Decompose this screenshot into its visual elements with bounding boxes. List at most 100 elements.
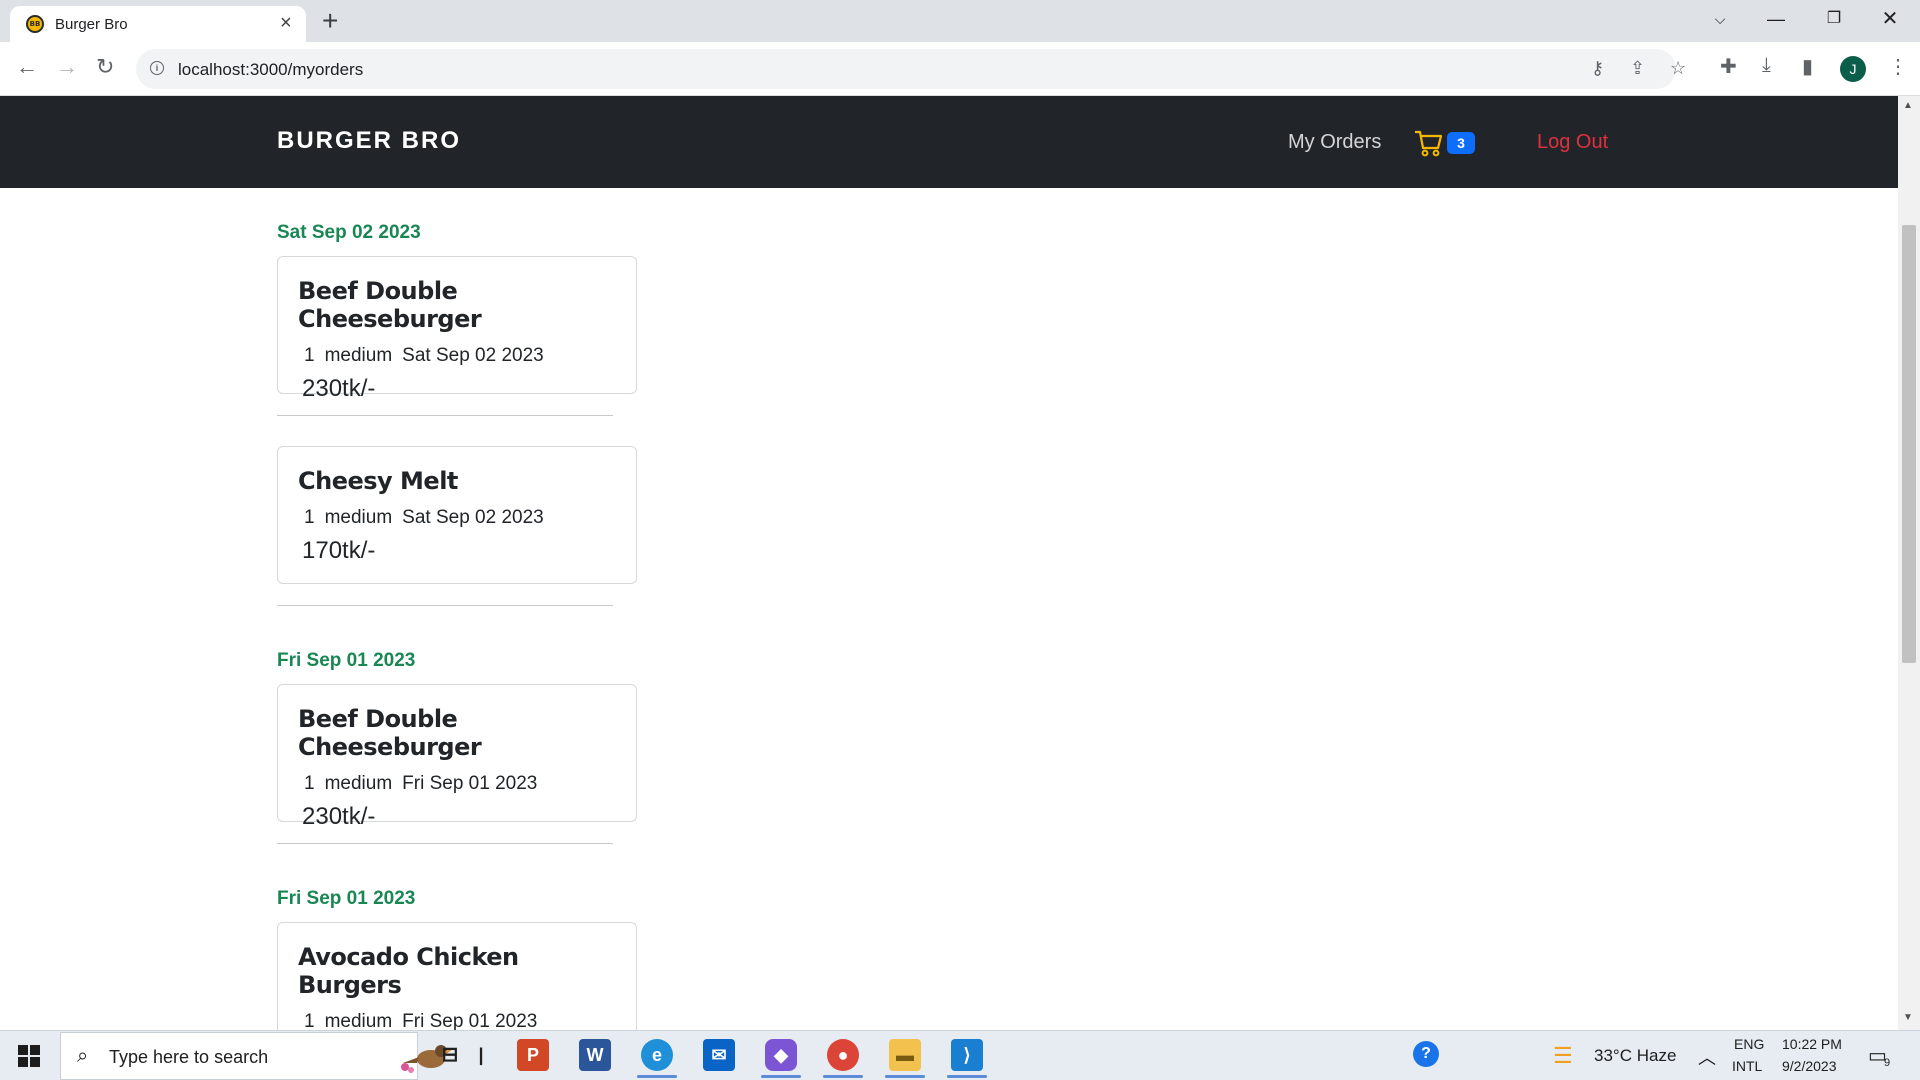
powerpoint-icon[interactable]: P <box>517 1039 549 1071</box>
item-size: medium <box>324 345 393 366</box>
task-view-icon[interactable]: ⊟ <box>434 1039 466 1071</box>
browser-tab-bar: BB Burger Bro × + ⌵ — ❐ ✕ <box>0 0 1920 42</box>
item-quantity: 1 <box>304 345 315 366</box>
site-navbar: BURGER BRO My Orders 3 Log Out <box>0 96 1898 188</box>
order-card: Avocado Chicken Burgers 1 medium Fri Sep 0… <box>277 922 637 1030</box>
item-size: medium <box>324 1011 393 1030</box>
order-date-heading: Fri Sep 01 2023 <box>277 888 416 909</box>
brand-logo[interactable]: BURGER BRO <box>277 127 461 155</box>
minimize-button[interactable]: — <box>1748 0 1804 38</box>
order-card: Cheesy Melt 1 medium Sat Sep 02 2023 170tk… <box>277 446 637 584</box>
taskbar-search-box[interactable]: ⌕ Type here to search <box>60 1032 453 1080</box>
restore-button[interactable]: ❐ <box>1806 0 1862 38</box>
item-quantity: 1 <box>304 507 315 528</box>
order-date-heading: Sat Sep 02 2023 <box>277 222 421 243</box>
item-price: 230tk/- <box>302 803 376 830</box>
download-icon[interactable]: ⤓ <box>1762 54 1771 77</box>
forward-arrow-icon[interactable]: → <box>56 54 78 80</box>
item-size: medium <box>324 773 393 794</box>
help-icon[interactable]: ? <box>1413 1041 1439 1067</box>
item-name: Beef Double Cheeseburger <box>298 705 482 761</box>
page-viewport: BURGER BRO My Orders 3 Log Out Sat Sep 0… <box>0 96 1898 1030</box>
item-quantity: 1 <box>304 1011 315 1030</box>
bookmark-star-icon[interactable]: ☆ <box>1670 58 1686 79</box>
search-icon: ⌕ <box>77 1045 89 1067</box>
key-icon[interactable]: ⚷ <box>1591 58 1604 79</box>
language-top[interactable]: ENG <box>1734 1036 1764 1052</box>
mail-icon[interactable]: ✉ <box>703 1039 735 1071</box>
order-group: Fri Sep 01 2023 Beef Double Cheeseburger… <box>277 650 677 844</box>
address-bar[interactable]: i localhost:3000/myorders ⚷ ⇪ ☆ <box>136 49 1686 89</box>
divider <box>277 605 613 606</box>
burger-bro-favicon-icon: BB <box>26 15 44 33</box>
file-explorer-icon[interactable]: ▬ <box>889 1039 921 1071</box>
item-meta: 1 medium Sat Sep 02 2023 <box>304 345 616 367</box>
item-meta: 1 medium Sat Sep 02 2023 <box>304 507 616 529</box>
item-price: 230tk/- <box>302 375 376 402</box>
tab-search-chevron-icon[interactable]: ⌵ <box>1692 0 1748 38</box>
word-icon[interactable]: W <box>579 1039 611 1071</box>
item-price: 170tk/- <box>302 537 376 564</box>
windows-start-icon[interactable] <box>18 1045 40 1067</box>
cart-icon[interactable] <box>1413 128 1443 158</box>
reload-icon[interactable]: ↻ <box>96 54 114 80</box>
new-tab-button[interactable]: + <box>322 4 338 38</box>
order-date-heading: Fri Sep 01 2023 <box>277 650 416 671</box>
item-date: Sat Sep 02 2023 <box>402 345 544 366</box>
order-group: Cheesy Melt 1 medium Sat Sep 02 2023 170tk… <box>277 446 677 606</box>
item-meta: 1 medium Fri Sep 01 2023 <box>304 773 616 795</box>
scroll-down-arrow-icon[interactable]: ▼ <box>1903 1012 1913 1023</box>
back-arrow-icon[interactable]: ← <box>16 54 38 80</box>
widgets-divider-icon[interactable]: | <box>476 1039 486 1071</box>
item-meta: 1 medium Fri Sep 01 2023 <box>304 1011 616 1030</box>
weather-text[interactable]: 33°C Haze <box>1594 1046 1676 1066</box>
order-card: Beef Double Cheeseburger 1 medium Fri Sep … <box>277 684 637 830</box>
item-size: medium <box>324 507 393 528</box>
tray-overflow-chevron-icon[interactable]: ︿ <box>1698 1044 1716 1070</box>
url-text[interactable]: localhost:3000/myorders <box>178 60 363 80</box>
item-date: Fri Sep 01 2023 <box>402 773 538 794</box>
search-placeholder[interactable]: Type here to search <box>109 1047 268 1068</box>
order-group: Fri Sep 01 2023 Avocado Chicken Burgers … <box>277 888 677 1030</box>
copilot-icon[interactable]: ◆ <box>765 1039 797 1071</box>
item-date: Fri Sep 01 2023 <box>402 1011 538 1030</box>
item-name: Cheesy Melt <box>298 467 458 495</box>
share-icon[interactable]: ⇪ <box>1630 58 1645 79</box>
tab-title: Burger Bro <box>55 16 128 33</box>
language-bottom[interactable]: INTL <box>1732 1058 1762 1074</box>
orders-list: Sat Sep 02 2023 Beef Double Cheeseburger… <box>277 222 677 1030</box>
notification-count: 9 <box>1884 1057 1891 1069</box>
vscode-icon[interactable]: ⟩ <box>951 1039 983 1071</box>
chrome-running-indicator <box>823 1075 863 1078</box>
browser-toolbar: ← → ↻ i localhost:3000/myorders ⚷ ⇪ ☆ ✚ … <box>0 42 1920 96</box>
my-orders-link[interactable]: My Orders <box>1288 131 1381 154</box>
logout-link[interactable]: Log Out <box>1537 131 1608 154</box>
order-card: Beef Double Cheeseburger 1 medium Sat Sep … <box>277 256 637 402</box>
chrome-icon[interactable]: ● <box>827 1039 859 1071</box>
item-date: Sat Sep 02 2023 <box>402 507 544 528</box>
item-quantity: 1 <box>304 773 315 794</box>
edge-running-indicator <box>637 1075 677 1078</box>
divider <box>277 843 613 844</box>
side-panel-icon[interactable]: ▮ <box>1802 54 1813 79</box>
explorer-running-indicator <box>885 1075 925 1078</box>
copilot-running-indicator <box>761 1075 801 1078</box>
windows-taskbar: ⌕ Type here to search ⊟ | P W e ✉ ◆ ● ▬ … <box>0 1030 1920 1080</box>
extensions-puzzle-icon[interactable]: ✚ <box>1720 54 1737 79</box>
divider <box>277 415 613 416</box>
order-group: Sat Sep 02 2023 Beef Double Cheeseburger… <box>277 222 677 416</box>
site-info-icon[interactable]: i <box>150 61 164 75</box>
cart-count-badge[interactable]: 3 <box>1447 132 1475 154</box>
clock-time[interactable]: 10:22 PM <box>1782 1036 1842 1052</box>
scrollbar-thumb[interactable] <box>1902 225 1916 663</box>
weather-haze-icon[interactable]: ☰ <box>1553 1043 1573 1069</box>
profile-avatar[interactable]: J <box>1840 56 1866 82</box>
item-name: Avocado Chicken Burgers <box>298 943 519 999</box>
close-tab-icon[interactable]: × <box>280 12 292 34</box>
close-window-button[interactable]: ✕ <box>1862 0 1918 38</box>
clock-date[interactable]: 9/2/2023 <box>1782 1058 1837 1074</box>
browser-tab[interactable]: BB Burger Bro × <box>10 6 306 42</box>
edge-icon[interactable]: e <box>641 1039 673 1071</box>
menu-kebab-icon[interactable]: ⋮ <box>1888 54 1908 79</box>
scroll-up-arrow-icon[interactable]: ▲ <box>1903 100 1913 111</box>
